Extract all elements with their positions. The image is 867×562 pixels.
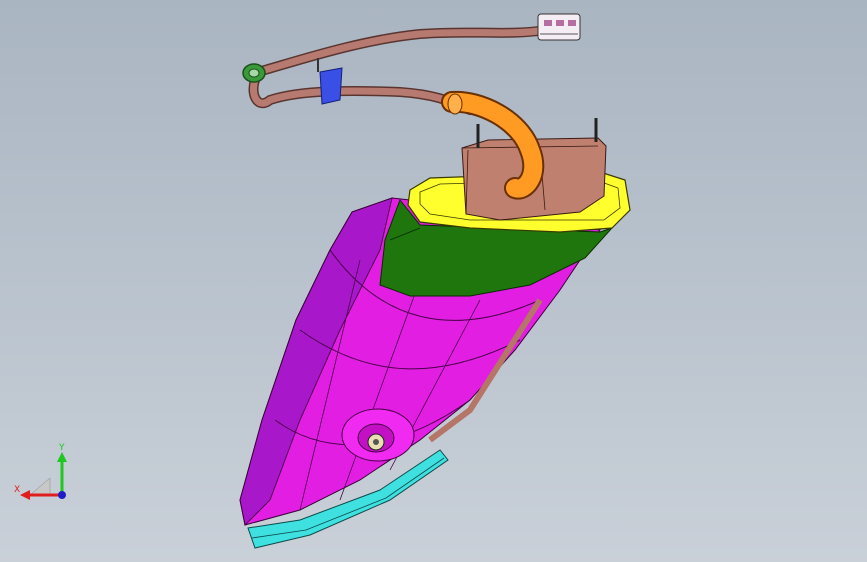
orientation-triad: Y X: [14, 443, 67, 500]
y-axis-label: Y: [58, 443, 65, 453]
x-axis-label: X: [14, 485, 20, 495]
z-axis-icon: [58, 491, 66, 499]
cable-clip[interactable]: [317, 58, 343, 105]
connector-plug[interactable]: [537, 13, 581, 41]
screw-boss[interactable]: [341, 408, 415, 462]
grommet[interactable]: [242, 63, 266, 83]
wiring-harness[interactable]: [248, 25, 550, 115]
3d-model-view[interactable]: [0, 0, 867, 562]
graphics-viewport[interactable]: Y X: [0, 0, 867, 562]
